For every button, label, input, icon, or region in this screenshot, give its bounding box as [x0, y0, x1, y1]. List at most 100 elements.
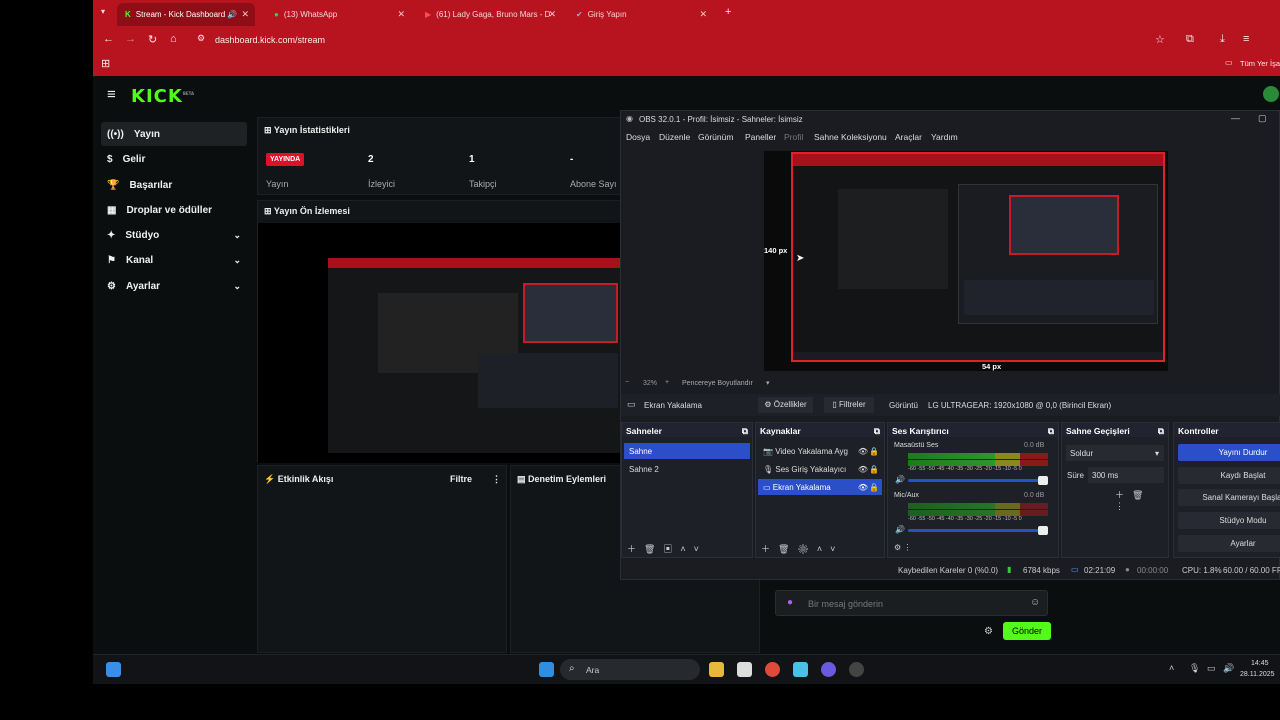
close-tab-icon[interactable]: ✕	[241, 9, 249, 20]
sidebar-item-kanal[interactable]: ⚑ Kanal ⌄	[101, 248, 247, 272]
sidebar-item-ayarlar[interactable]: ⚙ Ayarlar ⌄	[101, 274, 247, 298]
start-recording-button[interactable]: Kaydı Başlat	[1178, 467, 1280, 484]
display-select[interactable]: LG ULTRAGEAR: 1920x1080 @ 0,0 (Birincil …	[924, 397, 1279, 413]
tab-youtube[interactable]: ▶ (61) Lady Gaga, Bruno Mars - D ✕	[417, 3, 562, 26]
audio-icon[interactable]: 🔊	[227, 10, 237, 19]
menu-paneller[interactable]: Paneller	[745, 132, 776, 142]
new-tab-icon[interactable]: +	[725, 6, 731, 18]
url-field[interactable]: dashboard.kick.com/stream	[215, 35, 325, 45]
start-virtual-camera-button[interactable]: Sanal Kamerayı Başlat	[1178, 489, 1280, 506]
send-button[interactable]: Gönder	[1003, 622, 1051, 640]
dock-undock-icon[interactable]: ⧉	[1158, 426, 1164, 437]
network-icon[interactable]: ▭	[1207, 663, 1216, 674]
scene-item[interactable]: Sahne 2	[624, 461, 750, 477]
discord-icon[interactable]	[821, 662, 836, 677]
fit-dropdown-icon[interactable]: ▾	[766, 379, 770, 387]
apps-icon[interactable]: ⊞	[101, 57, 110, 70]
all-bookmarks-label[interactable]: Tüm Yer İşa	[1240, 59, 1280, 68]
folder-icon[interactable]: ▭	[1225, 58, 1233, 67]
close-tab-icon[interactable]: ✕	[397, 9, 405, 20]
sidebar-item-basarilar[interactable]: 🏆 Başarılar	[101, 173, 247, 197]
menu-araclar[interactable]: Araçlar	[895, 132, 922, 142]
dock-undock-icon[interactable]: ⧉	[874, 426, 880, 437]
lock-icon[interactable]: 🔒	[869, 465, 879, 474]
settings-button[interactable]: Ayarlar	[1178, 535, 1280, 552]
hamburger-menu-icon[interactable]: ≡	[107, 86, 116, 103]
duration-input[interactable]: 300 ms	[1088, 467, 1164, 483]
source-item[interactable]: 📷 Video Yakalama Ayg 👁 🔒	[758, 443, 882, 459]
widgets-icon[interactable]	[106, 662, 121, 677]
maximize-icon[interactable]: ▢	[1258, 113, 1267, 124]
menu-dosya[interactable]: Dosya	[626, 132, 650, 142]
speaker-icon[interactable]: 🔊	[895, 525, 905, 534]
obs-preview-canvas[interactable]: 140 px 54 px	[764, 151, 1168, 371]
dock-undock-icon[interactable]: ⧉	[742, 426, 748, 437]
source-item[interactable]: ▭ Ekran Yakalama 👁 🔒	[758, 479, 882, 495]
chrome-icon[interactable]	[765, 662, 780, 677]
stream-preview[interactable]	[258, 223, 626, 463]
chat-input[interactable]: ● Bir mesaj gönderin ☺	[775, 590, 1048, 616]
lock-icon[interactable]: 🔒	[869, 483, 879, 492]
sidebar-item-droplar[interactable]: ▦ Droplar ve ödüller	[101, 198, 247, 222]
transition-controls[interactable]: ＋🗑⋮	[1115, 488, 1168, 512]
extensions-icon[interactable]: ⧉	[1186, 33, 1194, 46]
volume-tray-icon[interactable]: 🔊	[1223, 663, 1234, 674]
more-icon[interactable]: ⋮	[492, 474, 501, 485]
menu-profil[interactable]: Profil	[784, 132, 803, 142]
properties-button[interactable]: ⚙ Özellikler	[758, 397, 813, 413]
sidebar-item-yayin[interactable]: ((•)) Yayın	[101, 122, 247, 146]
emoji-icon[interactable]: ☺	[1030, 597, 1040, 608]
mic-tray-icon[interactable]: 🎙	[1189, 663, 1200, 674]
tray-chevron-icon[interactable]: ˄	[1169, 663, 1174, 673]
scene-item[interactable]: Sahne	[624, 443, 750, 459]
volume-slider[interactable]	[908, 476, 1048, 485]
home-icon[interactable]: ⌂	[170, 33, 177, 45]
studio-mode-button[interactable]: Stüdyo Modu	[1178, 512, 1280, 529]
avatar[interactable]	[1263, 86, 1279, 102]
reload-icon[interactable]: ↻	[148, 33, 157, 46]
scene-controls[interactable]: ＋🗑▣˄˅	[627, 542, 707, 555]
selected-source-box[interactable]	[791, 152, 1165, 362]
store-icon[interactable]	[737, 662, 752, 677]
forward-icon[interactable]: →	[125, 33, 136, 45]
mic-icon[interactable]: ●	[787, 597, 793, 608]
clock-time[interactable]: 14:45	[1251, 660, 1269, 667]
tab-kick-dashboard[interactable]: K Stream - Kick Dashboard 🔊 ✕	[117, 3, 255, 26]
kick-logo[interactable]: KICKBETA	[131, 86, 194, 107]
site-info-icon[interactable]: ⚙	[197, 33, 205, 44]
volume-handle[interactable]	[1038, 476, 1048, 485]
stop-stream-button[interactable]: Yayını Durdur	[1178, 444, 1280, 461]
sidebar-item-gelir[interactable]: $ Gelir	[101, 147, 247, 171]
dock-undock-icon[interactable]: ⧉	[1048, 426, 1054, 437]
start-icon[interactable]	[539, 662, 554, 677]
transition-select[interactable]: Soldur ▾	[1066, 445, 1164, 461]
eye-icon[interactable]: 👁	[858, 465, 868, 474]
lock-icon[interactable]: 🔒	[869, 447, 879, 456]
activity-filter-button[interactable]: Filtre	[450, 474, 472, 484]
back-icon[interactable]: ←	[103, 33, 114, 45]
close-tab-icon[interactable]: ✕	[699, 9, 707, 20]
volume-slider[interactable]	[908, 526, 1048, 535]
mixer-settings-icon[interactable]: ⚙ ⋮	[894, 543, 911, 552]
menu-gorunum[interactable]: Görünüm	[698, 132, 733, 142]
eye-icon[interactable]: 👁	[858, 483, 868, 492]
fit-window-label[interactable]: Pencereye Boyutlandır	[682, 380, 753, 387]
filters-button[interactable]: ▯ Filtreler	[824, 397, 874, 413]
menu-sahne-koleksiyonu[interactable]: Sahne Koleksiyonu	[814, 132, 887, 142]
clock-date[interactable]: 28.11.2025	[1240, 671, 1275, 678]
menu-duzenle[interactable]: Düzenle	[659, 132, 690, 142]
zoom-out-icon[interactable]: −	[625, 379, 629, 386]
eye-icon[interactable]: 👁	[858, 447, 868, 456]
taskbar-search[interactable]: ⌕ Ara	[560, 659, 700, 680]
media-icon[interactable]: ≡	[1243, 33, 1249, 45]
obs-taskbar-icon[interactable]	[849, 662, 864, 677]
speaker-icon[interactable]: 🔊	[895, 475, 905, 484]
close-tab-icon[interactable]: ✕	[548, 9, 556, 20]
tab-login[interactable]: ✔ Giriş Yapın ✕	[568, 3, 713, 26]
zoom-in-icon[interactable]: +	[665, 379, 669, 386]
source-item[interactable]: 🎙 Ses Giriş Yakalayıcı 👁 🔒	[758, 461, 882, 477]
minimize-icon[interactable]: —	[1231, 113, 1240, 123]
sidebar-item-studyo[interactable]: ✦ Stüdyo ⌄	[101, 223, 247, 247]
chat-settings-icon[interactable]: ⚙	[984, 626, 993, 637]
tab-whatsapp[interactable]: ● (13) WhatsApp ✕	[266, 3, 411, 26]
